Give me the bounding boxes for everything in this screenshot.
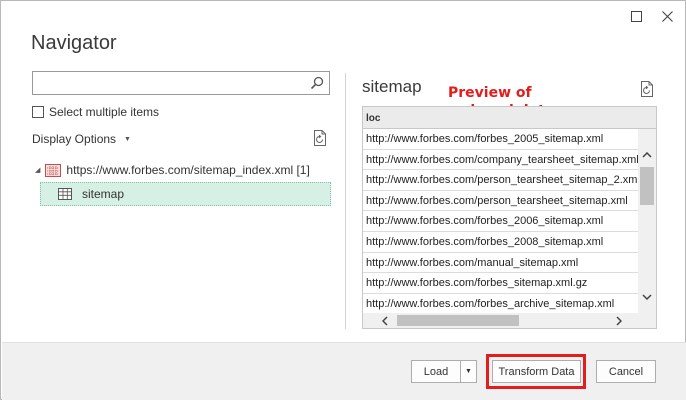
preview-grid[interactable]: loc http://www.forbes.com/forbes_2005_si… — [362, 106, 657, 329]
restore-icon[interactable] — [621, 5, 651, 27]
annotation-line-1: Preview of — [448, 85, 532, 101]
refresh-preview-icon[interactable] — [639, 80, 655, 98]
table-row[interactable]: http://www.forbes.com/forbes_2005_sitema… — [363, 129, 640, 150]
horizontal-scroll-thumb[interactable] — [397, 315, 519, 326]
tree-root-label: https://www.forbes.com/sitemap_index.xml… — [66, 163, 310, 177]
preview-title: sitemap — [362, 77, 422, 96]
web-source-icon — [45, 163, 62, 177]
scroll-right-icon[interactable] — [611, 313, 626, 328]
select-multiple-checkbox[interactable] — [32, 106, 44, 118]
grid-body: http://www.forbes.com/forbes_2005_sitema… — [363, 129, 640, 315]
table-row[interactable]: http://www.forbes.com/person_tearsheet_s… — [363, 170, 640, 191]
vertical-scroll-thumb[interactable] — [640, 167, 654, 205]
scroll-up-icon[interactable] — [638, 147, 656, 163]
display-options-label: Display Options — [32, 132, 117, 146]
collapse-arrow-icon[interactable]: ◢ — [35, 166, 40, 174]
table-row[interactable]: http://www.forbes.com/company_tearsheet_… — [363, 150, 640, 171]
display-options-button[interactable]: Display Options ▼ — [32, 132, 131, 146]
table-row[interactable]: http://www.forbes.com/forbes_2006_sitema… — [363, 211, 640, 232]
load-dropdown-button[interactable]: ▼ — [460, 360, 477, 383]
panel-divider — [345, 73, 346, 329]
horizontal-scrollbar[interactable] — [363, 313, 640, 328]
table-row[interactable]: http://www.forbes.com/forbes_sitemap.xml… — [363, 273, 640, 294]
chevron-down-icon: ▼ — [124, 135, 131, 143]
chevron-down-icon: ▼ — [465, 368, 472, 375]
refresh-icon[interactable] — [312, 129, 328, 147]
table-row[interactable]: http://www.forbes.com/manual_sitemap.xml — [363, 253, 640, 274]
dialog-title: Navigator — [31, 32, 117, 54]
table-icon — [58, 188, 72, 200]
table-row[interactable]: http://www.forbes.com/forbes_archive_sit… — [363, 294, 640, 315]
scroll-down-icon[interactable] — [638, 289, 656, 305]
select-multiple-label: Select multiple items — [49, 105, 160, 119]
navigator-dialog: Navigator Select multiple items Display … — [0, 0, 686, 400]
load-button[interactable]: Load — [411, 360, 461, 383]
table-row[interactable]: http://www.forbes.com/forbes_2008_sitema… — [363, 232, 640, 253]
tree-item-source[interactable]: ◢ https://www.forbes.com/sitemap_index.x… — [35, 160, 310, 180]
transform-data-button[interactable]: Transform Data — [492, 360, 581, 383]
tree-child-label: sitemap — [82, 187, 125, 201]
close-icon[interactable] — [652, 5, 682, 27]
scroll-left-icon[interactable] — [377, 313, 392, 328]
vertical-scrollbar[interactable] — [638, 129, 656, 315]
select-multiple-items[interactable]: Select multiple items — [32, 105, 159, 119]
cancel-button[interactable]: Cancel — [596, 360, 656, 383]
column-header-loc[interactable]: loc — [363, 107, 656, 129]
tree-item-sitemap[interactable]: sitemap — [40, 182, 331, 206]
scrollbar-corner — [638, 313, 656, 328]
table-row[interactable]: http://www.forbes.com/person_tearsheet_s… — [363, 191, 640, 212]
search-input[interactable] — [32, 71, 330, 95]
search-icon[interactable] — [309, 75, 325, 91]
